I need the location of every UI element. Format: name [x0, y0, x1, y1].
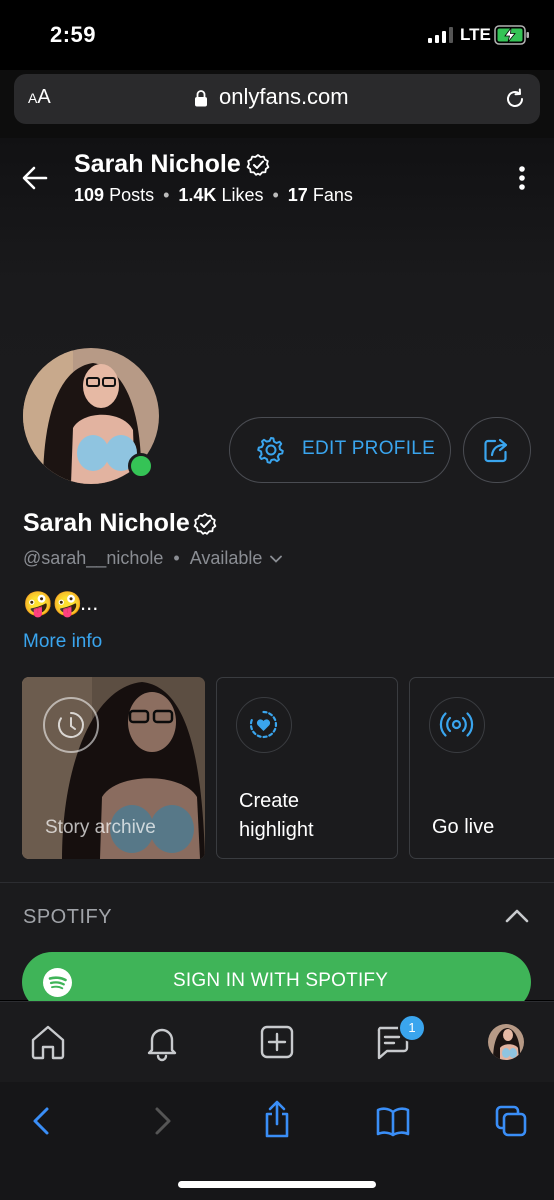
bio-emoji: 🤪🤪 — [23, 591, 83, 618]
text-size-button[interactable]: AA — [28, 86, 51, 109]
verified-icon — [193, 513, 217, 535]
go-live-icon-ring — [429, 697, 485, 753]
spotify-icon — [43, 968, 72, 997]
bookmarks-icon[interactable] — [376, 1104, 410, 1138]
home-indicator — [178, 1181, 376, 1188]
verified-icon — [246, 154, 270, 176]
chevron-down-icon — [270, 555, 283, 564]
go-live-label: Go live — [432, 816, 495, 838]
story-archive-label: Story archive — [45, 817, 156, 838]
url-text[interactable]: onlyfans.com — [219, 84, 349, 110]
battery-charging-icon — [494, 25, 529, 45]
broadcast-icon — [439, 712, 474, 737]
profile-handle: @sarah__nichole — [23, 548, 164, 568]
fans-label: Fans — [312, 185, 353, 205]
back-arrow-icon[interactable] — [22, 165, 48, 191]
nav-avatar[interactable] — [488, 1024, 524, 1060]
share-icon[interactable] — [260, 1100, 294, 1138]
handle-line: @sarah__nichole • Available — [23, 548, 283, 569]
forward-icon[interactable] — [144, 1104, 178, 1138]
story-archive-icon-ring — [43, 697, 99, 753]
tabs-icon[interactable] — [494, 1104, 528, 1138]
avatar-photo — [488, 1024, 524, 1060]
bell-icon[interactable] — [142, 1022, 182, 1062]
create-highlight-icon-ring — [236, 697, 292, 753]
lock-icon — [195, 90, 207, 107]
availability-dropdown[interactable]: Available — [190, 548, 283, 568]
messages-badge: 1 — [398, 1014, 426, 1042]
profile-name: Sarah Nichole — [23, 509, 190, 537]
share-icon — [484, 438, 508, 463]
more-options-icon[interactable] — [512, 165, 532, 191]
gear-icon — [257, 437, 284, 464]
chevron-up-icon[interactable] — [505, 908, 529, 924]
history-clock-icon — [58, 712, 84, 738]
divider — [0, 882, 554, 883]
more-info-link[interactable]: More info — [23, 631, 102, 653]
signal-icon — [428, 27, 453, 43]
availability-label: Available — [189, 548, 263, 568]
header-stats: 109 Posts • 1.4K Likes • 17 Fans — [74, 185, 353, 205]
plus-square-icon[interactable] — [257, 1022, 297, 1062]
status-time: 2:59 — [50, 22, 97, 47]
bio-ellipsis: ... — [80, 590, 99, 615]
edit-profile-label: EDIT PROFILE — [302, 438, 436, 459]
fans-count: 17 — [287, 185, 308, 205]
spotify-section-title: SPOTIFY — [23, 906, 113, 928]
heart-circle-icon — [249, 710, 278, 739]
online-status-dot — [128, 453, 154, 479]
create-highlight-label: Create highlight — [239, 790, 314, 841]
reload-icon[interactable] — [503, 87, 527, 111]
posts-count: 109 — [74, 185, 105, 205]
header-name: Sarah Nichole — [74, 150, 241, 178]
back-icon[interactable] — [26, 1104, 60, 1138]
home-icon[interactable] — [28, 1022, 68, 1062]
likes-count: 1.4K — [178, 185, 217, 205]
posts-label: Posts — [109, 185, 155, 205]
network-label: LTE — [460, 25, 491, 44]
likes-label: Likes — [221, 185, 264, 205]
spotify-sign-in-label: SIGN IN WITH SPOTIFY — [173, 970, 389, 991]
